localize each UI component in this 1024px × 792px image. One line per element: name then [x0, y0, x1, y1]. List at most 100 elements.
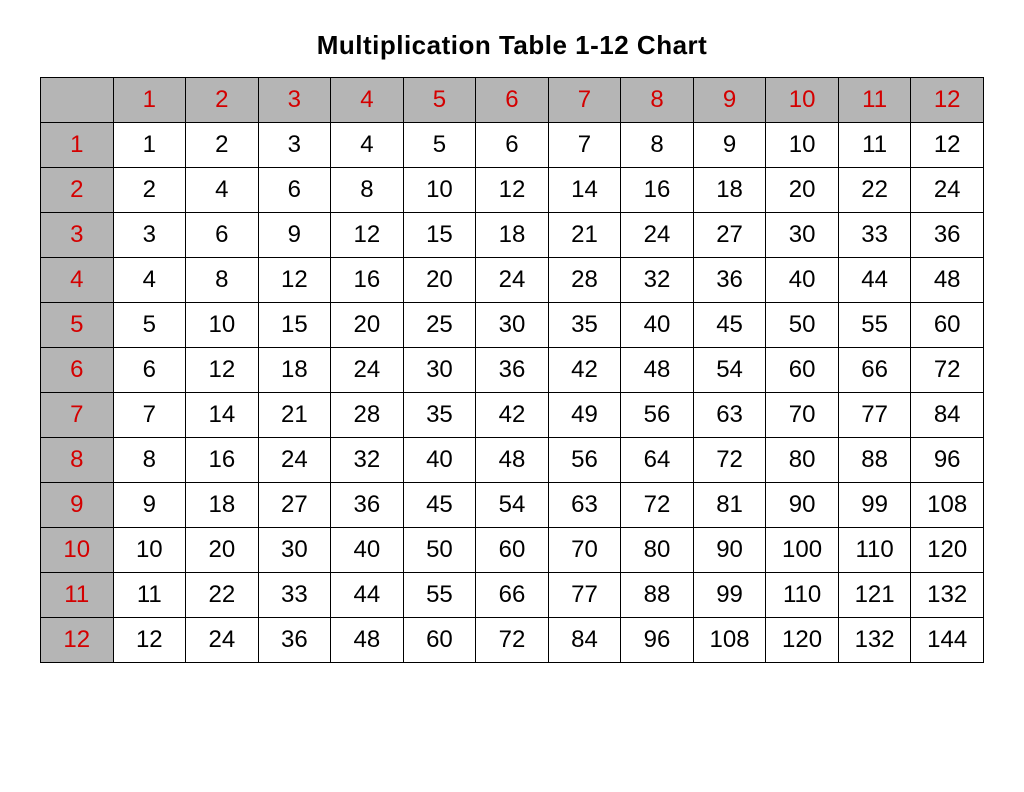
value-cell: 30 — [258, 528, 331, 573]
value-cell: 8 — [331, 168, 404, 213]
value-cell: 10 — [766, 123, 839, 168]
row-header: 12 — [41, 618, 114, 663]
value-cell: 8 — [113, 438, 186, 483]
value-cell: 22 — [186, 573, 259, 618]
value-cell: 4 — [113, 258, 186, 303]
value-cell: 49 — [548, 393, 621, 438]
table-row: 9918273645546372819099108 — [41, 483, 984, 528]
value-cell: 6 — [113, 348, 186, 393]
table-row: 881624324048566472808896 — [41, 438, 984, 483]
table-row: 44812162024283236404448 — [41, 258, 984, 303]
value-cell: 77 — [838, 393, 911, 438]
value-cell: 48 — [911, 258, 984, 303]
table-row: 10102030405060708090100110120 — [41, 528, 984, 573]
value-cell: 33 — [838, 213, 911, 258]
row-header: 9 — [41, 483, 114, 528]
column-header: 4 — [331, 78, 404, 123]
value-cell: 120 — [766, 618, 839, 663]
value-cell: 20 — [331, 303, 404, 348]
value-cell: 16 — [331, 258, 404, 303]
row-header: 4 — [41, 258, 114, 303]
value-cell: 84 — [548, 618, 621, 663]
value-cell: 9 — [693, 123, 766, 168]
value-cell: 90 — [693, 528, 766, 573]
value-cell: 100 — [766, 528, 839, 573]
table-row: 121224364860728496108120132144 — [41, 618, 984, 663]
value-cell: 6 — [186, 213, 259, 258]
value-cell: 60 — [403, 618, 476, 663]
column-header: 12 — [911, 78, 984, 123]
value-cell: 48 — [331, 618, 404, 663]
value-cell: 7 — [548, 123, 621, 168]
value-cell: 45 — [403, 483, 476, 528]
value-cell: 27 — [258, 483, 331, 528]
value-cell: 40 — [331, 528, 404, 573]
column-header: 9 — [693, 78, 766, 123]
column-header: 6 — [476, 78, 549, 123]
value-cell: 36 — [331, 483, 404, 528]
value-cell: 55 — [403, 573, 476, 618]
value-cell: 30 — [766, 213, 839, 258]
value-cell: 72 — [621, 483, 694, 528]
value-cell: 42 — [476, 393, 549, 438]
value-cell: 72 — [911, 348, 984, 393]
value-cell: 55 — [838, 303, 911, 348]
value-cell: 36 — [911, 213, 984, 258]
value-cell: 4 — [331, 123, 404, 168]
value-cell: 84 — [911, 393, 984, 438]
value-cell: 90 — [766, 483, 839, 528]
row-header: 5 — [41, 303, 114, 348]
row-header: 2 — [41, 168, 114, 213]
value-cell: 80 — [621, 528, 694, 573]
value-cell: 20 — [403, 258, 476, 303]
value-cell: 88 — [838, 438, 911, 483]
value-cell: 50 — [403, 528, 476, 573]
value-cell: 22 — [838, 168, 911, 213]
value-cell: 21 — [258, 393, 331, 438]
value-cell: 28 — [331, 393, 404, 438]
value-cell: 48 — [476, 438, 549, 483]
column-header-row: 123456789101112 — [41, 78, 984, 123]
value-cell: 9 — [258, 213, 331, 258]
value-cell: 54 — [693, 348, 766, 393]
value-cell: 33 — [258, 573, 331, 618]
value-cell: 14 — [186, 393, 259, 438]
value-cell: 50 — [766, 303, 839, 348]
value-cell: 72 — [476, 618, 549, 663]
value-cell: 18 — [693, 168, 766, 213]
value-cell: 99 — [693, 573, 766, 618]
value-cell: 24 — [186, 618, 259, 663]
table-row: 771421283542495663707784 — [41, 393, 984, 438]
row-header: 3 — [41, 213, 114, 258]
column-header: 2 — [186, 78, 259, 123]
value-cell: 2 — [113, 168, 186, 213]
value-cell: 42 — [548, 348, 621, 393]
value-cell: 24 — [331, 348, 404, 393]
table-row: 224681012141618202224 — [41, 168, 984, 213]
value-cell: 12 — [186, 348, 259, 393]
value-cell: 60 — [476, 528, 549, 573]
row-header: 10 — [41, 528, 114, 573]
value-cell: 10 — [186, 303, 259, 348]
value-cell: 28 — [548, 258, 621, 303]
corner-cell — [41, 78, 114, 123]
value-cell: 40 — [766, 258, 839, 303]
value-cell: 4 — [186, 168, 259, 213]
value-cell: 70 — [548, 528, 621, 573]
value-cell: 48 — [621, 348, 694, 393]
row-header: 1 — [41, 123, 114, 168]
value-cell: 96 — [621, 618, 694, 663]
value-cell: 20 — [766, 168, 839, 213]
value-cell: 81 — [693, 483, 766, 528]
value-cell: 36 — [476, 348, 549, 393]
value-cell: 88 — [621, 573, 694, 618]
row-header: 6 — [41, 348, 114, 393]
value-cell: 36 — [693, 258, 766, 303]
value-cell: 96 — [911, 438, 984, 483]
value-cell: 24 — [911, 168, 984, 213]
value-cell: 77 — [548, 573, 621, 618]
value-cell: 45 — [693, 303, 766, 348]
value-cell: 108 — [911, 483, 984, 528]
value-cell: 30 — [476, 303, 549, 348]
value-cell: 7 — [113, 393, 186, 438]
